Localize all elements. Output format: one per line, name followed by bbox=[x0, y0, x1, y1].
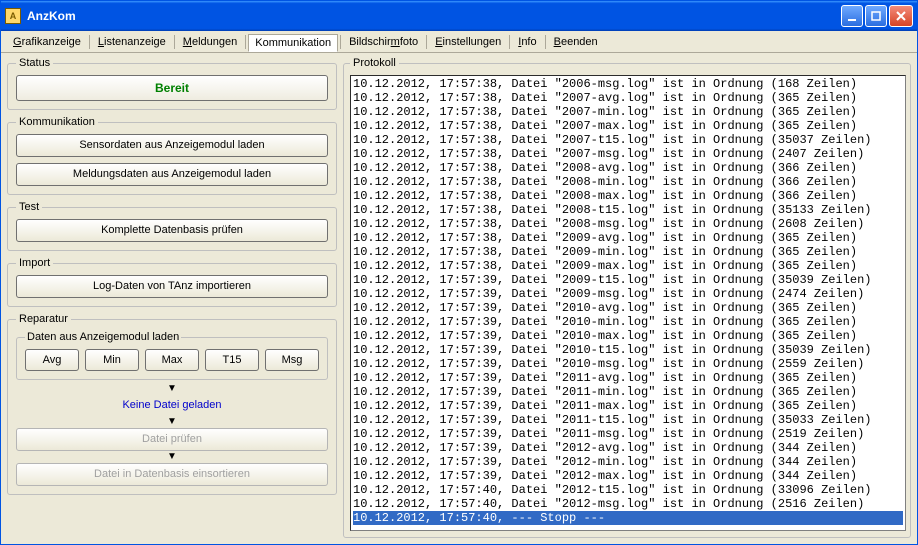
import-group: Import Log-Daten von TAnz importieren bbox=[7, 257, 337, 307]
protocol-line[interactable]: 10.12.2012, 17:57:38, Datei "2009-min.lo… bbox=[353, 245, 903, 259]
repair-min-button[interactable]: Min bbox=[85, 349, 139, 371]
communication-group: Kommunikation Sensordaten aus Anzeigemod… bbox=[7, 116, 337, 195]
status-value: Bereit bbox=[16, 75, 328, 101]
protocol-line[interactable]: 10.12.2012, 17:57:39, Datei "2010-min.lo… bbox=[353, 315, 903, 329]
protocol-line[interactable]: 10.12.2012, 17:57:39, Datei "2011-msg.lo… bbox=[353, 427, 903, 441]
menu-item-listenanzeige[interactable]: Listenanzeige bbox=[92, 34, 172, 50]
repair-group: Reparatur Daten aus Anzeigemodul laden A… bbox=[7, 313, 337, 495]
repair-sub-legend: Daten aus Anzeigemodul laden bbox=[25, 331, 181, 343]
loaded-file-label: Keine Datei geladen bbox=[16, 395, 328, 415]
protocol-legend: Protokoll bbox=[350, 57, 399, 69]
protocol-line[interactable]: 10.12.2012, 17:57:38, Datei "2008-max.lo… bbox=[353, 189, 903, 203]
check-file-button[interactable]: Datei prüfen bbox=[16, 428, 328, 451]
menu-separator bbox=[89, 35, 90, 49]
load-message-data-button[interactable]: Meldungsdaten aus Anzeigemodul laden bbox=[16, 163, 328, 186]
repair-msg-button[interactable]: Msg bbox=[265, 349, 319, 371]
protocol-line[interactable]: 10.12.2012, 17:57:38, Datei "2009-max.lo… bbox=[353, 259, 903, 273]
repair-avg-button[interactable]: Avg bbox=[25, 349, 79, 371]
protocol-line[interactable]: 10.12.2012, 17:57:38, Datei "2007-msg.lo… bbox=[353, 147, 903, 161]
check-database-button[interactable]: Komplette Datenbasis prüfen bbox=[16, 219, 328, 242]
protocol-line[interactable]: 10.12.2012, 17:57:40, Datei "2012-msg.lo… bbox=[353, 497, 903, 511]
protocol-line[interactable]: 10.12.2012, 17:57:38, Datei "2007-avg.lo… bbox=[353, 91, 903, 105]
protocol-line[interactable]: 10.12.2012, 17:57:39, Datei "2010-t15.lo… bbox=[353, 343, 903, 357]
protocol-line[interactable]: 10.12.2012, 17:57:39, Datei "2012-max.lo… bbox=[353, 469, 903, 483]
protocol-line[interactable]: 10.12.2012, 17:57:39, Datei "2012-min.lo… bbox=[353, 455, 903, 469]
protocol-line[interactable]: 10.12.2012, 17:57:38, Datei "2007-min.lo… bbox=[353, 105, 903, 119]
app-icon: A bbox=[5, 8, 21, 24]
menu-item-kommunikation[interactable]: Kommunikation bbox=[248, 34, 338, 52]
menu-separator bbox=[509, 35, 510, 49]
protocol-line[interactable]: 10.12.2012, 17:57:39, Datei "2010-msg.lo… bbox=[353, 357, 903, 371]
protocol-line[interactable]: 10.12.2012, 17:57:38, Datei "2007-t15.lo… bbox=[353, 133, 903, 147]
repair-t15-button[interactable]: T15 bbox=[205, 349, 259, 371]
status-group: Status Bereit bbox=[7, 57, 337, 110]
protocol-line[interactable]: 10.12.2012, 17:57:39, Datei "2011-min.lo… bbox=[353, 385, 903, 399]
protocol-line[interactable]: 10.12.2012, 17:57:38, Datei "2008-avg.lo… bbox=[353, 161, 903, 175]
protocol-line[interactable]: 10.12.2012, 17:57:38, Datei "2008-t15.lo… bbox=[353, 203, 903, 217]
import-legend: Import bbox=[16, 257, 53, 269]
protocol-line[interactable]: 10.12.2012, 17:57:38, Datei "2008-msg.lo… bbox=[353, 217, 903, 231]
menu-bar: Grafikanzeige Listenanzeige Meldungen Kommu… bbox=[1, 31, 917, 53]
repair-load-subgroup: Daten aus Anzeigemodul laden Avg Min Max T1… bbox=[16, 331, 328, 380]
menu-separator bbox=[545, 35, 546, 49]
test-group: Test Komplette Datenbasis prüfen bbox=[7, 201, 337, 251]
protocol-line[interactable]: 10.12.2012, 17:57:39, Datei "2011-t15.lo… bbox=[353, 413, 903, 427]
body: Status Bereit Kommunikation Sensordaten … bbox=[1, 53, 917, 544]
sort-file-button[interactable]: Datei in Datenbasis einsortieren bbox=[16, 463, 328, 486]
protocol-line[interactable]: 10.12.2012, 17:57:38, Datei "2008-min.lo… bbox=[353, 175, 903, 189]
menu-separator bbox=[426, 35, 427, 49]
left-panel: Status Bereit Kommunikation Sensordaten … bbox=[7, 57, 337, 538]
menu-item-bildschirmfoto[interactable]: Bildschirmfoto bbox=[343, 34, 424, 50]
protocol-line[interactable]: 10.12.2012, 17:57:40, --- Stopp --- bbox=[353, 511, 903, 525]
repair-max-button[interactable]: Max bbox=[145, 349, 199, 371]
protocol-line[interactable]: 10.12.2012, 17:57:39, Datei "2011-avg.lo… bbox=[353, 371, 903, 385]
protocol-line[interactable]: 10.12.2012, 17:57:39, Datei "2010-max.lo… bbox=[353, 329, 903, 343]
menu-item-grafikanzeige[interactable]: Grafikanzeige bbox=[7, 34, 87, 50]
protocol-line[interactable]: 10.12.2012, 17:57:40, Datei "2012-t15.lo… bbox=[353, 483, 903, 497]
protocol-line[interactable]: 10.12.2012, 17:57:38, Datei "2006-msg.lo… bbox=[353, 77, 903, 91]
arrow-down-icon: ▼ bbox=[16, 417, 328, 427]
menu-separator bbox=[340, 35, 341, 49]
protocol-line[interactable]: 10.12.2012, 17:57:38, Datei "2007-max.lo… bbox=[353, 119, 903, 133]
window-controls bbox=[841, 5, 913, 27]
menu-item-meldungen[interactable]: Meldungen bbox=[177, 34, 243, 50]
minimize-button[interactable] bbox=[841, 5, 863, 27]
load-sensor-data-button[interactable]: Sensordaten aus Anzeigemodul laden bbox=[16, 134, 328, 157]
protocol-line[interactable]: 10.12.2012, 17:57:39, Datei "2010-avg.lo… bbox=[353, 301, 903, 315]
window-title: AnzKom bbox=[27, 9, 76, 23]
protocol-group: Protokoll 10.12.2012, 17:57:38, Datei "2… bbox=[343, 57, 911, 538]
right-panel: Protokoll 10.12.2012, 17:57:38, Datei "2… bbox=[343, 57, 911, 538]
communication-legend: Kommunikation bbox=[16, 116, 98, 128]
arrow-down-icon: ▼ bbox=[16, 452, 328, 462]
repair-legend: Reparatur bbox=[16, 313, 71, 325]
menu-item-einstellungen[interactable]: Einstellungen bbox=[429, 34, 507, 50]
protocol-line[interactable]: 10.12.2012, 17:57:39, Datei "2012-avg.lo… bbox=[353, 441, 903, 455]
import-log-button[interactable]: Log-Daten von TAnz importieren bbox=[16, 275, 328, 298]
protocol-line[interactable]: 10.12.2012, 17:57:39, Datei "2009-msg.lo… bbox=[353, 287, 903, 301]
protocol-line[interactable]: 10.12.2012, 17:57:39, Datei "2011-max.lo… bbox=[353, 399, 903, 413]
menu-item-beenden[interactable]: Beenden bbox=[548, 34, 604, 50]
protocol-line[interactable]: 10.12.2012, 17:57:39, Datei "2009-t15.lo… bbox=[353, 273, 903, 287]
titlebar: A AnzKom bbox=[1, 1, 917, 31]
maximize-button[interactable] bbox=[865, 5, 887, 27]
close-button[interactable] bbox=[889, 5, 913, 27]
status-legend: Status bbox=[16, 57, 53, 69]
menu-separator bbox=[245, 35, 246, 49]
menu-item-info[interactable]: Info bbox=[512, 34, 542, 50]
arrow-down-icon: ▼ bbox=[16, 384, 328, 394]
menu-separator bbox=[174, 35, 175, 49]
protocol-line[interactable]: 10.12.2012, 17:57:38, Datei "2009-avg.lo… bbox=[353, 231, 903, 245]
repair-button-row: Avg Min Max T15 Msg bbox=[25, 349, 319, 371]
test-legend: Test bbox=[16, 201, 42, 213]
protocol-log[interactable]: 10.12.2012, 17:57:38, Datei "2006-msg.lo… bbox=[350, 75, 906, 531]
app-window: A AnzKom Grafikanzeige Listenanzeige Meldu… bbox=[0, 0, 918, 545]
